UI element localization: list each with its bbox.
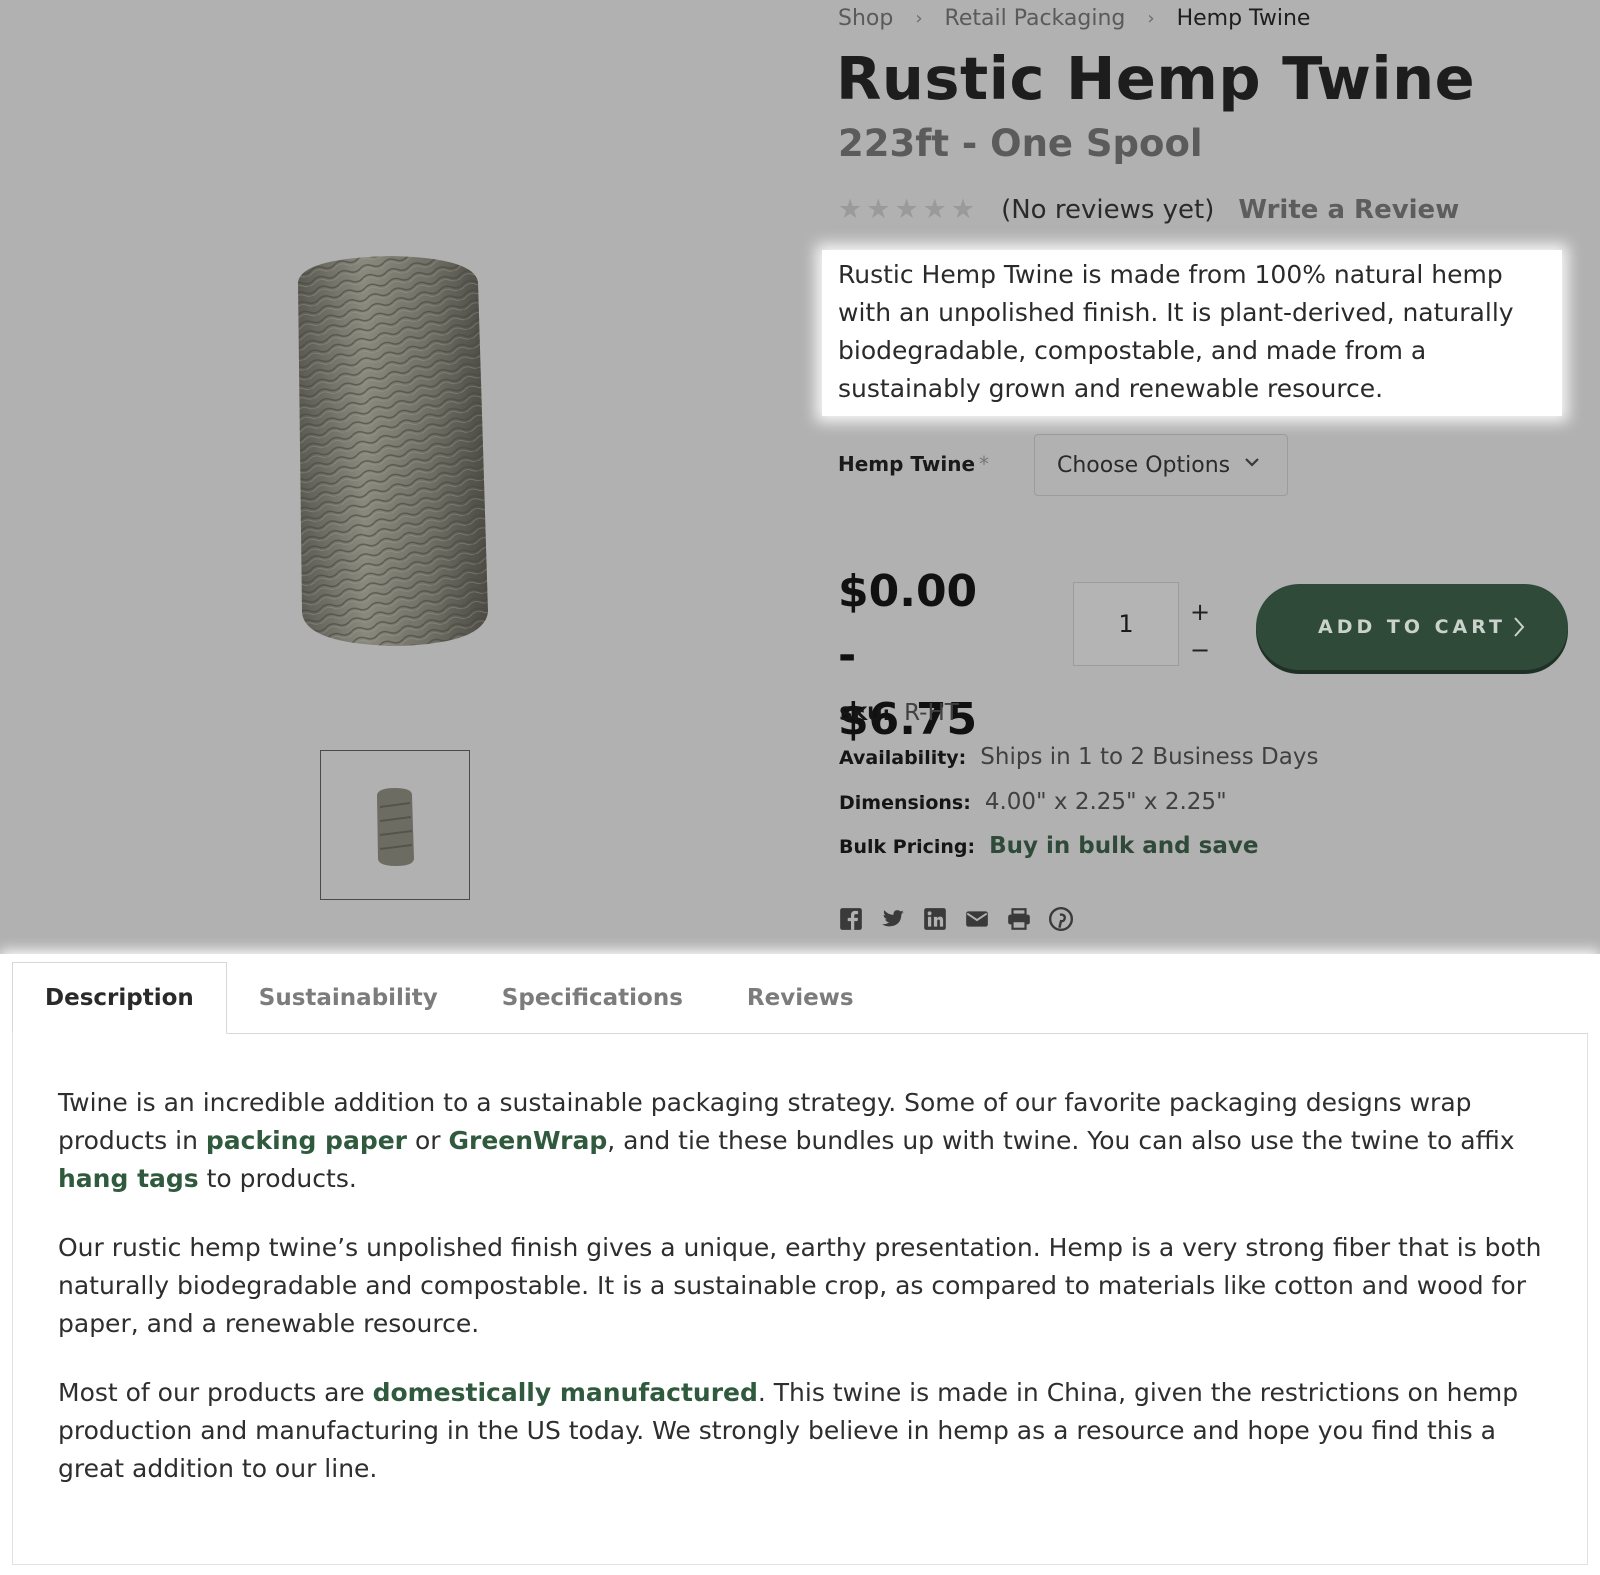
description-content: Twine is an incredible addition to a sus… bbox=[58, 1084, 1558, 1519]
breadcrumb-shop[interactable]: Shop bbox=[838, 6, 893, 31]
availability-label: Availability: bbox=[839, 747, 967, 769]
description-paragraph: Our rustic hemp twine’s unpolished finis… bbox=[58, 1233, 1542, 1338]
print-icon[interactable] bbox=[1006, 906, 1032, 932]
sku-row: SKU: R-HT bbox=[839, 700, 959, 726]
product-image[interactable] bbox=[282, 252, 500, 652]
product-summary: Rustic Hemp Twine is made from 100% natu… bbox=[822, 250, 1562, 416]
product-tabs-panel: Description Sustainability Specification… bbox=[0, 954, 1600, 1575]
chevron-right-icon bbox=[1514, 617, 1525, 637]
add-to-cart-button[interactable]: ADD TO CART bbox=[1256, 584, 1568, 670]
option-label: Hemp Twine * bbox=[838, 452, 989, 476]
bulk-pricing-row: Bulk Pricing: Buy in bulk and save bbox=[839, 833, 1258, 859]
facebook-icon[interactable] bbox=[838, 906, 864, 932]
tab-specifications[interactable]: Specifications bbox=[470, 962, 715, 1034]
quantity-input[interactable]: 1 bbox=[1073, 582, 1179, 666]
reviews-count: (No reviews yet) bbox=[1001, 194, 1215, 225]
sku-value: R-HT bbox=[904, 700, 959, 726]
rating-row: ★ ★ ★ ★ ★ (No reviews yet) Write a Revie… bbox=[838, 194, 1459, 225]
bulk-pricing-link[interactable]: Buy in bulk and save bbox=[989, 833, 1258, 859]
add-to-cart-label: ADD TO CART bbox=[1318, 616, 1506, 638]
option-label-text: Hemp Twine bbox=[838, 452, 976, 476]
description-text: Most of our products are bbox=[58, 1378, 373, 1407]
greenwrap-link[interactable]: GreenWrap bbox=[448, 1126, 607, 1155]
bulk-pricing-label: Bulk Pricing: bbox=[839, 836, 976, 858]
hang-tags-link[interactable]: hang tags bbox=[58, 1164, 199, 1193]
breadcrumb: Shop › Retail Packaging › Hemp Twine bbox=[838, 6, 1310, 31]
availability-row: Availability: Ships in 1 to 2 Business D… bbox=[839, 744, 1318, 770]
email-icon[interactable] bbox=[964, 906, 990, 932]
chevron-down-icon bbox=[1245, 458, 1259, 467]
breadcrumb-retail-packaging[interactable]: Retail Packaging bbox=[945, 6, 1126, 31]
product-title: Rustic Hemp Twine bbox=[836, 44, 1476, 113]
twitter-icon[interactable] bbox=[880, 906, 906, 932]
dimensions-row: Dimensions: 4.00" x 2.25" x 2.25" bbox=[839, 789, 1227, 815]
product-subtitle: 223ft - One Spool bbox=[838, 122, 1203, 165]
star-icon: ★ bbox=[950, 194, 976, 225]
dimensions-value: 4.00" x 2.25" x 2.25" bbox=[984, 789, 1227, 815]
thumbnail-spool-image bbox=[377, 788, 414, 866]
write-review-link[interactable]: Write a Review bbox=[1238, 195, 1459, 225]
twine-spool-illustration bbox=[298, 256, 488, 646]
description-paragraph: Most of our products are domestically ma… bbox=[58, 1374, 1558, 1488]
description-text: , and tie these bundles up with twine. Y… bbox=[607, 1126, 1515, 1155]
product-thumbnail[interactable] bbox=[320, 750, 470, 900]
sku-label: SKU: bbox=[839, 703, 891, 725]
breadcrumb-current: Hemp Twine bbox=[1176, 6, 1311, 31]
price-min: $0.00 - bbox=[838, 566, 978, 681]
tab-sustainability[interactable]: Sustainability bbox=[227, 962, 470, 1034]
quantity-increase-button[interactable]: + bbox=[1190, 598, 1210, 626]
star-icon: ★ bbox=[922, 194, 947, 225]
breadcrumb-separator: › bbox=[1147, 8, 1155, 29]
star-icon: ★ bbox=[838, 194, 863, 225]
availability-value: Ships in 1 to 2 Business Days bbox=[980, 744, 1319, 770]
domestically-manufactured-link[interactable]: domestically manufactured bbox=[373, 1378, 758, 1407]
packing-paper-link[interactable]: packing paper bbox=[206, 1126, 407, 1155]
rating-stars: ★ ★ ★ ★ ★ bbox=[838, 194, 975, 225]
linkedin-icon[interactable] bbox=[922, 906, 948, 932]
select-value: Choose Options bbox=[1057, 452, 1231, 478]
tab-reviews[interactable]: Reviews bbox=[715, 962, 886, 1034]
description-text: to products. bbox=[198, 1164, 357, 1193]
share-icons bbox=[838, 906, 1074, 932]
dimensions-label: Dimensions: bbox=[839, 792, 971, 814]
required-mark: * bbox=[979, 452, 990, 476]
tab-description[interactable]: Description bbox=[12, 962, 227, 1034]
star-icon: ★ bbox=[894, 194, 919, 225]
description-text: or bbox=[407, 1126, 449, 1155]
quantity-decrease-button[interactable]: − bbox=[1190, 636, 1210, 664]
star-icon: ★ bbox=[866, 194, 891, 225]
pinterest-icon[interactable] bbox=[1048, 906, 1074, 932]
breadcrumb-separator: › bbox=[915, 8, 923, 29]
tab-list: Description Sustainability Specification… bbox=[12, 962, 886, 1034]
description-paragraph: Twine is an incredible addition to a sus… bbox=[58, 1084, 1558, 1198]
hemp-twine-select[interactable]: Choose Options bbox=[1034, 434, 1288, 496]
summary-text: Rustic Hemp Twine is made from 100% natu… bbox=[838, 260, 1514, 403]
